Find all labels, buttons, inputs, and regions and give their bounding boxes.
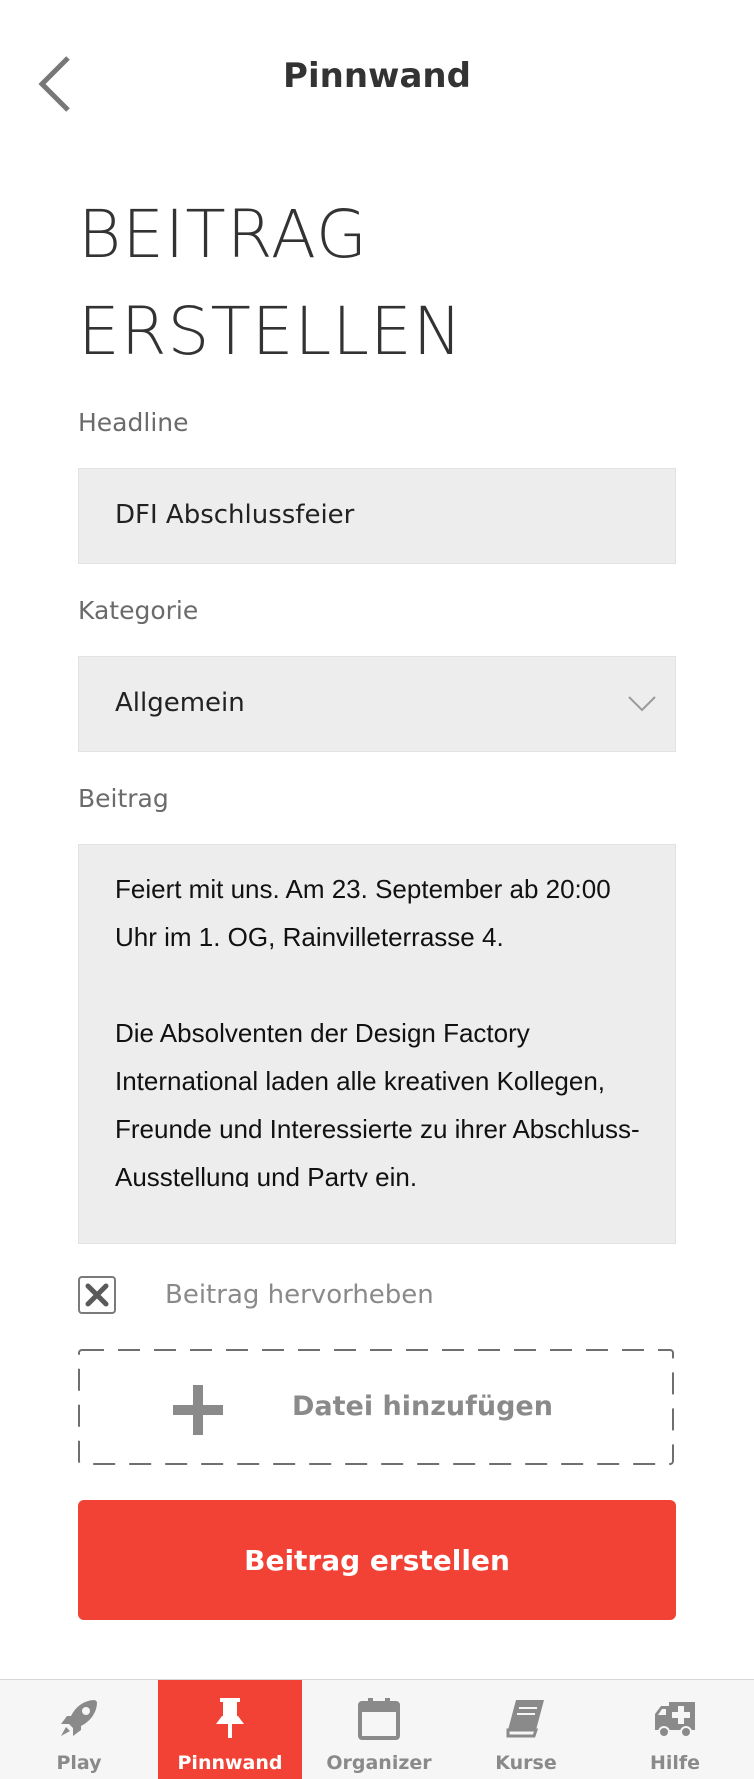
post-label: Beitrag: [78, 784, 169, 813]
form-heading-line2: ERSTELLEN: [78, 293, 464, 370]
tab-organizer[interactable]: Organizer: [302, 1680, 456, 1779]
page-title: Pinnwand: [283, 56, 471, 96]
close-icon: [85, 1283, 109, 1307]
tab-organizer-label: Organizer: [326, 1752, 432, 1774]
add-file-dropzone[interactable]: Datei hinzufügen: [78, 1349, 674, 1465]
headline-input[interactable]: DFI Abschlussfeier: [78, 468, 676, 564]
tab-pinnwand[interactable]: Pinnwand: [158, 1680, 302, 1779]
tab-hilfe[interactable]: Hilfe: [596, 1680, 754, 1779]
category-label: Kategorie: [78, 596, 199, 625]
ambulance-icon: [655, 1702, 695, 1738]
tab-hilfe-label: Hilfe: [649, 1752, 701, 1774]
tab-kurse-label: Kurse: [495, 1752, 557, 1774]
category-value: Allgemein: [115, 688, 245, 718]
rocket-icon: [61, 1700, 97, 1736]
post-value: Feiert mit uns. Am 23. September ab 20:0…: [115, 874, 640, 1187]
header: Pinnwand: [0, 0, 754, 160]
post-textarea[interactable]: Feiert mit uns. Am 23. September ab 20:0…: [78, 844, 676, 1244]
tab-play-label: Play: [56, 1752, 102, 1774]
tab-bar: Play Pinnwand Organizer Kurse Hilfe: [0, 1679, 754, 1779]
calendar-icon: [358, 1698, 400, 1740]
chevron-down-icon: [628, 696, 656, 712]
headline-label: Headline: [78, 408, 189, 437]
book-icon: [506, 1700, 544, 1738]
headline-value: DFI Abschlussfeier: [115, 500, 355, 530]
plus-icon: [173, 1385, 223, 1435]
category-select[interactable]: Allgemein: [78, 656, 676, 752]
add-file-label: Datei hinzufügen: [292, 1391, 553, 1422]
highlight-checkbox[interactable]: [78, 1276, 116, 1314]
form-heading: BEITRAG ERSTELLEN: [78, 186, 463, 380]
pushpin-icon: [216, 1698, 244, 1738]
tab-pinnwand-label: Pinnwand: [177, 1752, 283, 1774]
submit-button[interactable]: Beitrag erstellen: [78, 1500, 676, 1620]
tab-play[interactable]: Play: [0, 1680, 158, 1779]
highlight-label: Beitrag hervorheben: [165, 1280, 434, 1310]
form-heading-line1: BEITRAG: [78, 196, 369, 273]
tab-kurse[interactable]: Kurse: [456, 1680, 596, 1779]
